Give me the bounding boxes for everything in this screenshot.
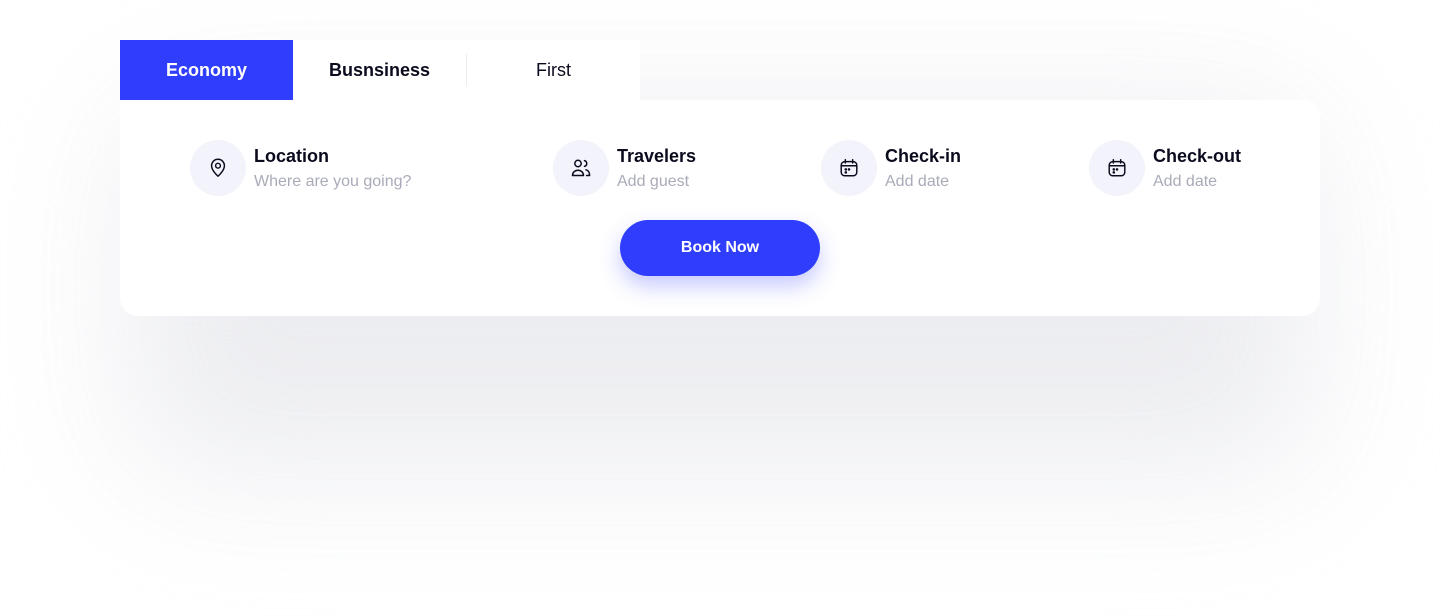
booking-widget: Economy Busnsiness First Location Where … [0,0,1440,616]
calendar-icon [840,159,858,177]
location-placeholder: Where are you going? [254,172,412,190]
checkin-placeholder: Add date [885,172,950,190]
location-pin-icon [210,158,226,177]
tab-economy[interactable]: Economy [120,40,293,100]
book-now-button[interactable]: Book Now [620,220,820,276]
location-label: Location [254,145,329,166]
checkout-placeholder: Add date [1153,172,1218,190]
class-tabs: Economy Busnsiness First [120,40,640,100]
checkin-icon-wrap [821,140,877,196]
checkout-field[interactable]: Check-out Add date [1089,140,1241,196]
location-field[interactable]: Location Where are you going? [190,140,411,196]
calendar-icon [1108,159,1126,177]
search-card: Location Where are you going? Travelers … [120,100,1320,316]
checkin-field[interactable]: Check-in Add date [821,140,961,196]
location-icon-wrap [190,140,246,196]
travelers-field[interactable]: Travelers Add guest [553,140,696,196]
checkin-label: Check-in [885,145,962,166]
travelers-icon-wrap [553,140,609,196]
checkout-label: Check-out [1153,145,1242,166]
travelers-label: Travelers [617,145,697,166]
tab-business[interactable]: Busnsiness [293,40,466,100]
tab-first[interactable]: First [467,40,640,100]
checkout-icon-wrap [1089,140,1145,196]
travelers-placeholder: Add guest [617,172,690,190]
users-icon [571,159,591,177]
